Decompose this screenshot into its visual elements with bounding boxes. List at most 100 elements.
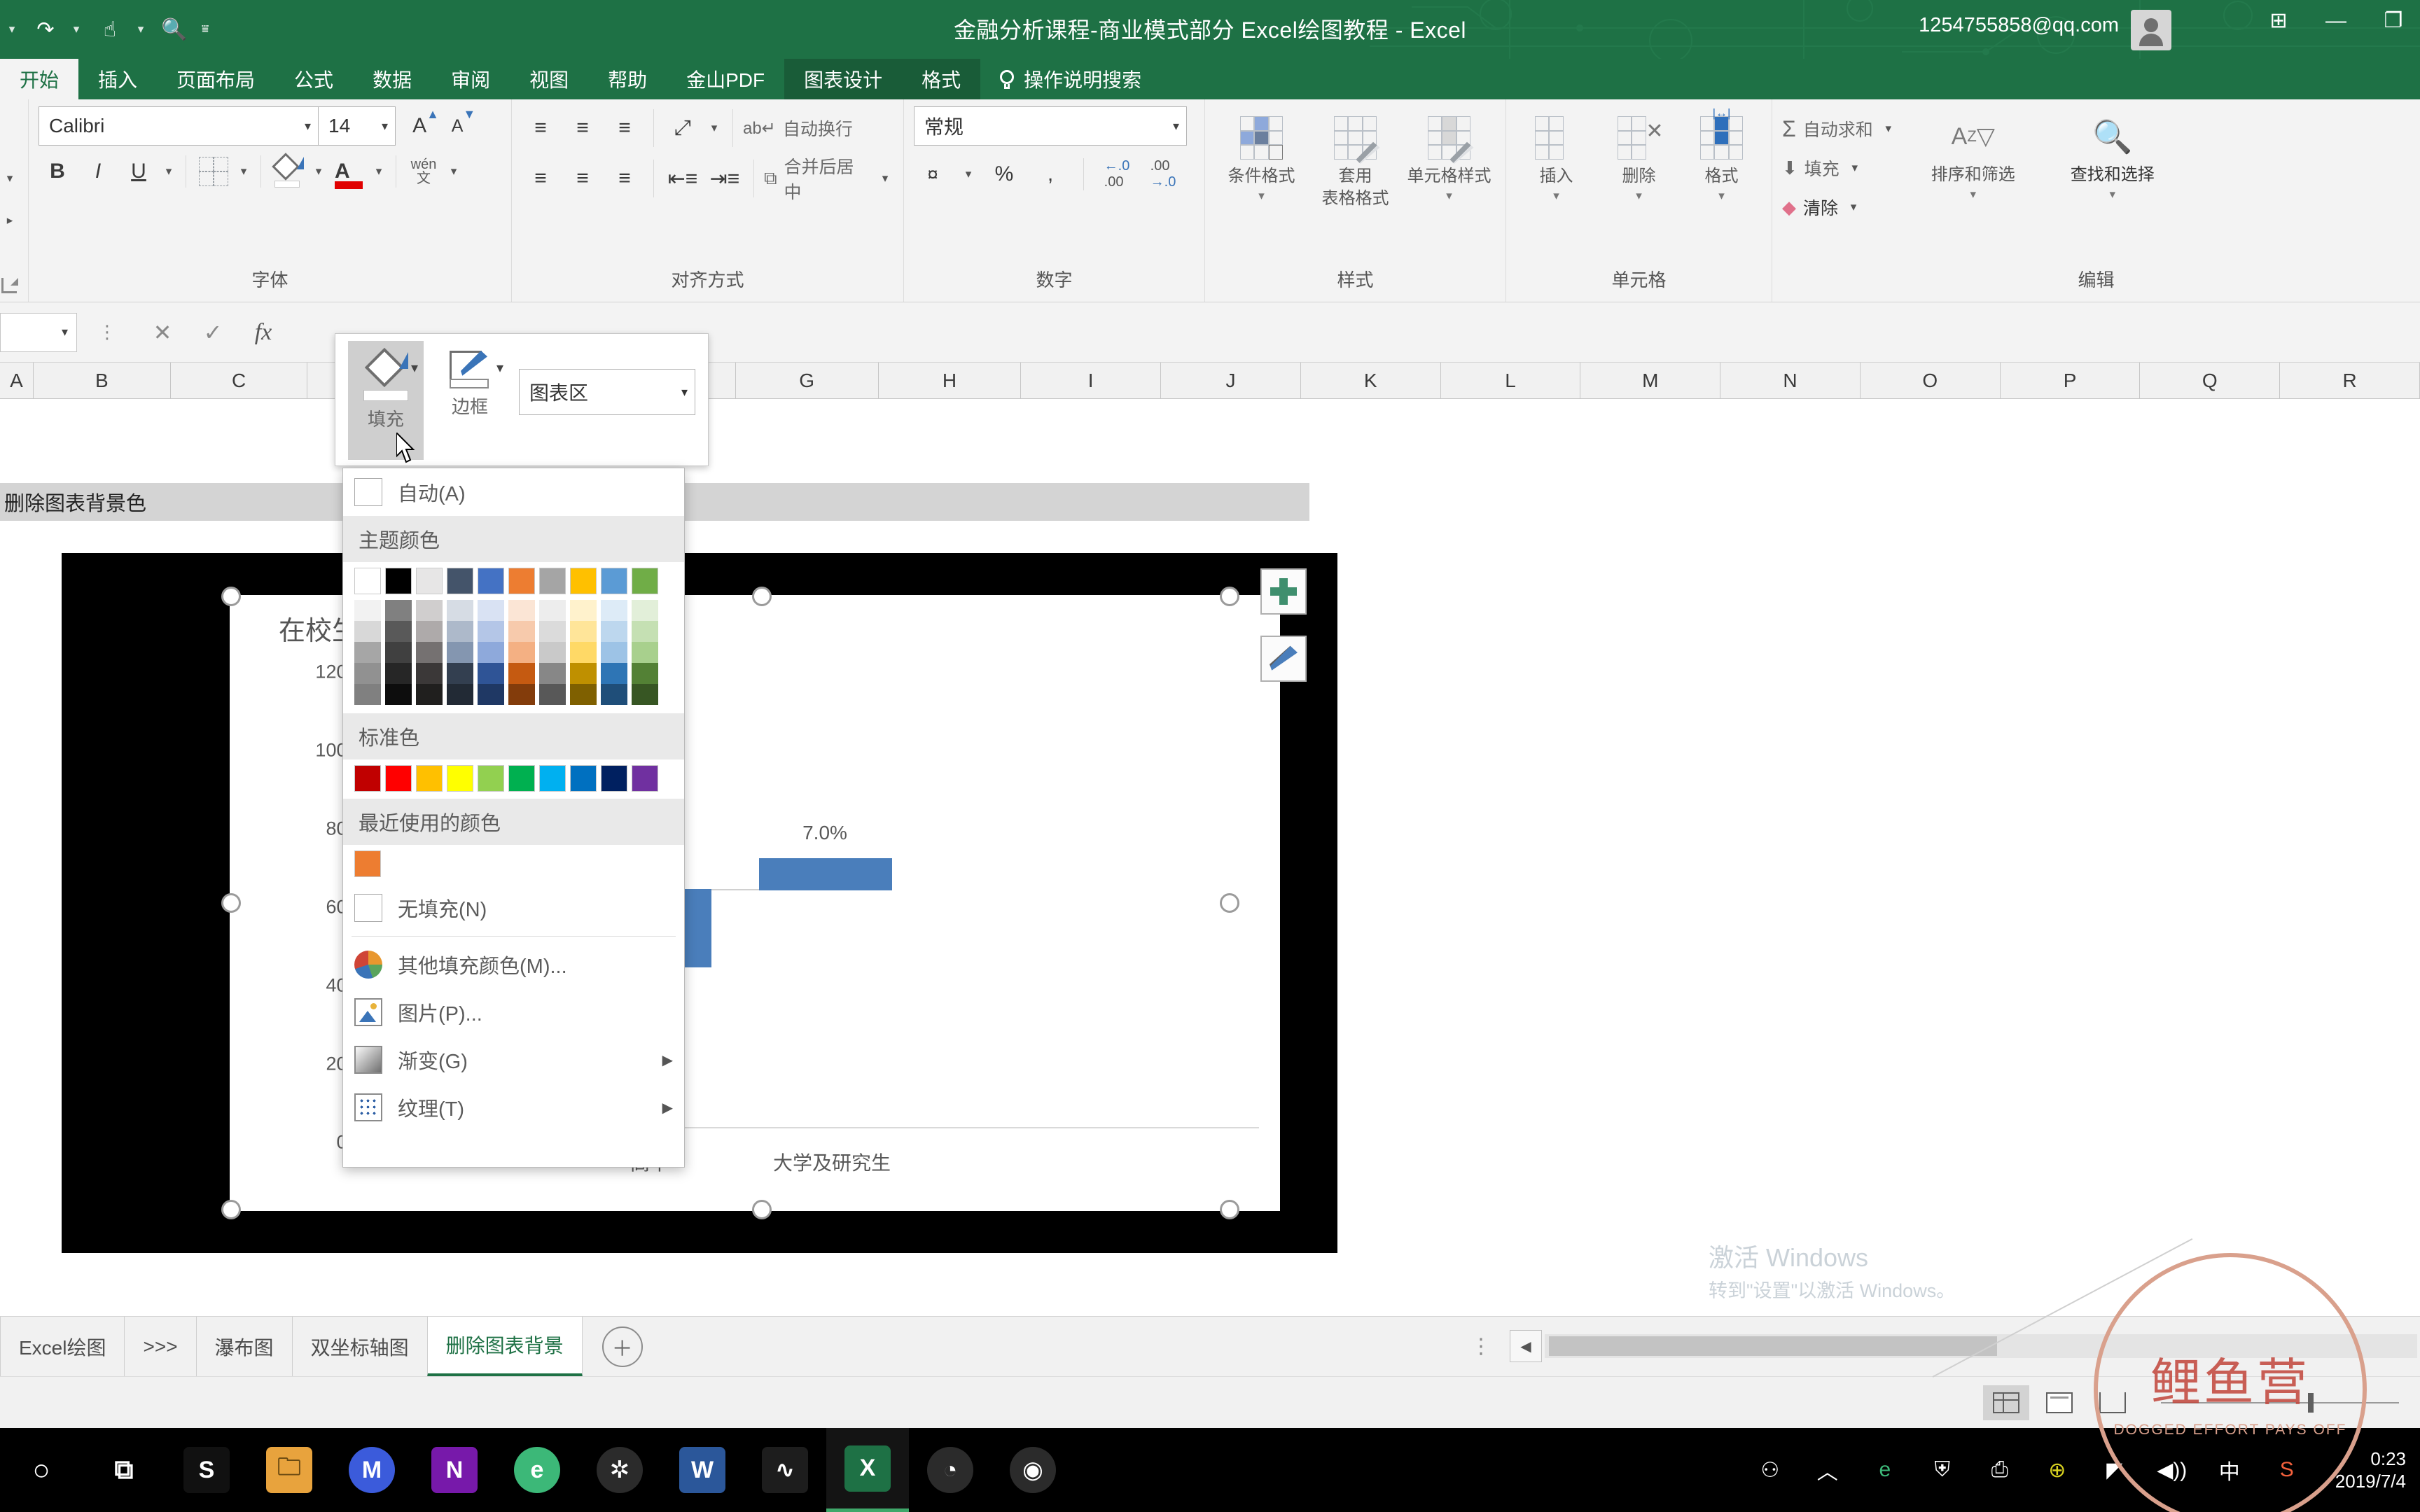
column-header-m[interactable]: M <box>1580 363 1721 398</box>
sheet-context-dots-icon[interactable]: ⋮ <box>1470 1334 1491 1359</box>
standard-swatch[interactable] <box>354 765 381 792</box>
clipboard-more-icon[interactable]: ▸ <box>1 202 18 239</box>
column-header-k[interactable]: K <box>1301 363 1441 398</box>
tint-column[interactable] <box>508 600 535 705</box>
tab-home[interactable]: 开始 <box>0 59 79 99</box>
start-button[interactable]: ○ <box>0 1428 83 1512</box>
tab-data[interactable]: 数据 <box>353 59 431 99</box>
sheet-tab-remove-chart-bg[interactable]: 删除图表背景 <box>426 1316 583 1377</box>
font-name-caret-icon[interactable]: ▾ <box>305 119 311 134</box>
format-cells-caret-icon[interactable]: ▾ <box>1718 189 1725 203</box>
texture-submenu-arrow-icon[interactable]: ▶ <box>662 1099 673 1116</box>
confirm-entry-button[interactable]: ✓ <box>188 319 238 346</box>
fill-mini-caret-icon[interactable]: ▾ <box>411 359 418 377</box>
theme-swatch[interactable] <box>478 568 504 594</box>
taskbar-word[interactable]: W <box>661 1428 744 1512</box>
theme-swatch[interactable] <box>601 568 627 594</box>
tint-column[interactable] <box>447 600 473 705</box>
align-top-button[interactable]: ≡ <box>522 109 559 147</box>
borders-caret-icon[interactable]: ▾ <box>235 153 252 190</box>
decrease-decimal-button[interactable]: .00 →.0 <box>1144 155 1182 193</box>
font-color-caret-icon[interactable]: ▾ <box>370 153 387 190</box>
bold-button[interactable]: B <box>39 153 76 190</box>
recent-colors-row[interactable] <box>343 845 684 884</box>
taskbar-app-s[interactable]: S <box>165 1428 248 1512</box>
theme-swatch[interactable] <box>570 568 597 594</box>
chart-element-selector[interactable]: 图表区 ▾ <box>519 369 695 415</box>
taskbar-app-dark[interactable]: ✲ <box>578 1428 661 1512</box>
show-hidden-icons[interactable]: ︿ <box>1811 1454 1844 1486</box>
chart-resize-handle[interactable] <box>221 893 241 913</box>
fill-color-caret-icon[interactable]: ▾ <box>310 153 327 190</box>
theme-swatch[interactable] <box>416 568 443 594</box>
font-size-caret-icon[interactable]: ▾ <box>382 119 388 134</box>
menu-item-gradient[interactable]: 渐变(G) ▶ <box>343 1036 684 1084</box>
status-bar[interactable] <box>0 1376 2420 1428</box>
menu-item-texture[interactable]: 纹理(T) ▶ <box>343 1084 684 1131</box>
page-layout-view-button[interactable] <box>2036 1385 2082 1420</box>
tint-column[interactable] <box>601 600 627 705</box>
theme-swatch[interactable] <box>539 568 566 594</box>
tab-help[interactable]: 帮助 <box>588 59 667 99</box>
phonetic-guide-button[interactable]: wén 文 <box>405 153 443 190</box>
browser-tray-icon[interactable]: e <box>1869 1454 1901 1486</box>
column-header-g[interactable]: G <box>736 363 879 398</box>
orientation-caret-icon[interactable]: ▾ <box>706 109 723 147</box>
format-cells-button[interactable]: |↔| 格式 ▾ <box>1687 106 1757 203</box>
tab-chart-design[interactable]: 图表设计 <box>784 59 903 99</box>
italic-button[interactable]: I <box>79 153 117 190</box>
tab-review[interactable]: 审阅 <box>431 59 510 99</box>
conditional-formatting-caret-icon[interactable]: ▾ <box>1258 189 1265 203</box>
align-left-button[interactable]: ≡ <box>522 160 559 197</box>
align-center-button[interactable]: ≡ <box>564 160 601 197</box>
fill-color-dropdown-menu[interactable]: 自动(A) 主题颜色 标准色 最近使用的颜色 无填充(N) 其他填充颜色(M).… <box>342 468 685 1168</box>
column-header-i[interactable]: I <box>1021 363 1162 398</box>
tint-column[interactable] <box>632 600 658 705</box>
task-view-button[interactable]: ⧉ <box>83 1428 165 1512</box>
gradient-submenu-arrow-icon[interactable]: ▶ <box>662 1051 673 1069</box>
theme-swatch[interactable] <box>354 568 381 594</box>
comma-style-button[interactable]: , <box>1031 155 1069 193</box>
increase-indent-button[interactable]: ⇥≡ <box>706 160 744 197</box>
chart-styles-button[interactable] <box>1260 636 1307 682</box>
column-header-c[interactable]: C <box>171 363 308 398</box>
merge-center-caret-icon[interactable]: ▾ <box>877 160 893 197</box>
tab-insert[interactable]: 插入 <box>78 59 157 99</box>
theme-colors-row[interactable] <box>343 562 684 594</box>
taskbar-edge[interactable]: e <box>496 1428 578 1512</box>
chart-resize-handle[interactable] <box>752 1200 772 1219</box>
column-header-b[interactable]: B <box>34 363 171 398</box>
sheet-tab-more[interactable]: >>> <box>124 1316 195 1377</box>
menu-item-automatic[interactable]: 自动(A) <box>343 468 684 516</box>
chart-object[interactable]: 在校生构成 120.0% 100.0% 80.0% 60.0% 40.0% 20… <box>62 553 1337 1253</box>
taskbar-onenote[interactable]: N <box>413 1428 496 1512</box>
tab-formulas[interactable]: 公式 <box>274 59 353 99</box>
ribbon-display-options-icon[interactable]: ⊞ <box>2259 8 2298 33</box>
taskbar-excel[interactable]: X <box>826 1428 909 1512</box>
window-controls[interactable]: ⊞ — ❐ <box>2259 8 2413 33</box>
taskbar-app-chart[interactable]: ∿ <box>744 1428 826 1512</box>
chart-resize-handle[interactable] <box>752 587 772 606</box>
autosum-button[interactable]: Σ 自动求和 ▾ <box>1782 111 1897 147</box>
taskbar-app-camera[interactable]: ◉ <box>992 1428 1074 1512</box>
clipboard-paste-caret-icon[interactable]: ▾ <box>1 160 18 197</box>
shrink-font-button[interactable]: A ▼ <box>445 107 482 145</box>
number-format-caret-icon[interactable]: ▾ <box>1173 119 1179 134</box>
standard-swatch[interactable] <box>632 765 658 792</box>
column-header-q[interactable]: Q <box>2140 363 2281 398</box>
tint-column[interactable] <box>385 600 412 705</box>
standard-swatch[interactable] <box>601 765 627 792</box>
column-header-o[interactable]: O <box>1861 363 2001 398</box>
menu-item-more-colors[interactable]: 其他填充颜色(M)... <box>343 941 684 988</box>
normal-view-button[interactable] <box>1983 1385 2029 1420</box>
percent-style-button[interactable]: % <box>985 155 1023 193</box>
font-name-combo[interactable]: Calibri ▾ <box>39 106 319 146</box>
align-middle-button[interactable]: ≡ <box>564 109 601 147</box>
name-box[interactable]: ▾ <box>0 312 77 352</box>
cell-styles-caret-icon[interactable]: ▾ <box>1446 189 1452 203</box>
column-header-r[interactable]: R <box>2280 363 2420 398</box>
sheet-tab-dual-axis[interactable]: 双坐标轴图 <box>291 1316 427 1377</box>
theme-tints-grid[interactable] <box>343 594 684 713</box>
column-header-l[interactable]: L <box>1441 363 1581 398</box>
decrease-indent-button[interactable]: ⇤≡ <box>664 160 702 197</box>
